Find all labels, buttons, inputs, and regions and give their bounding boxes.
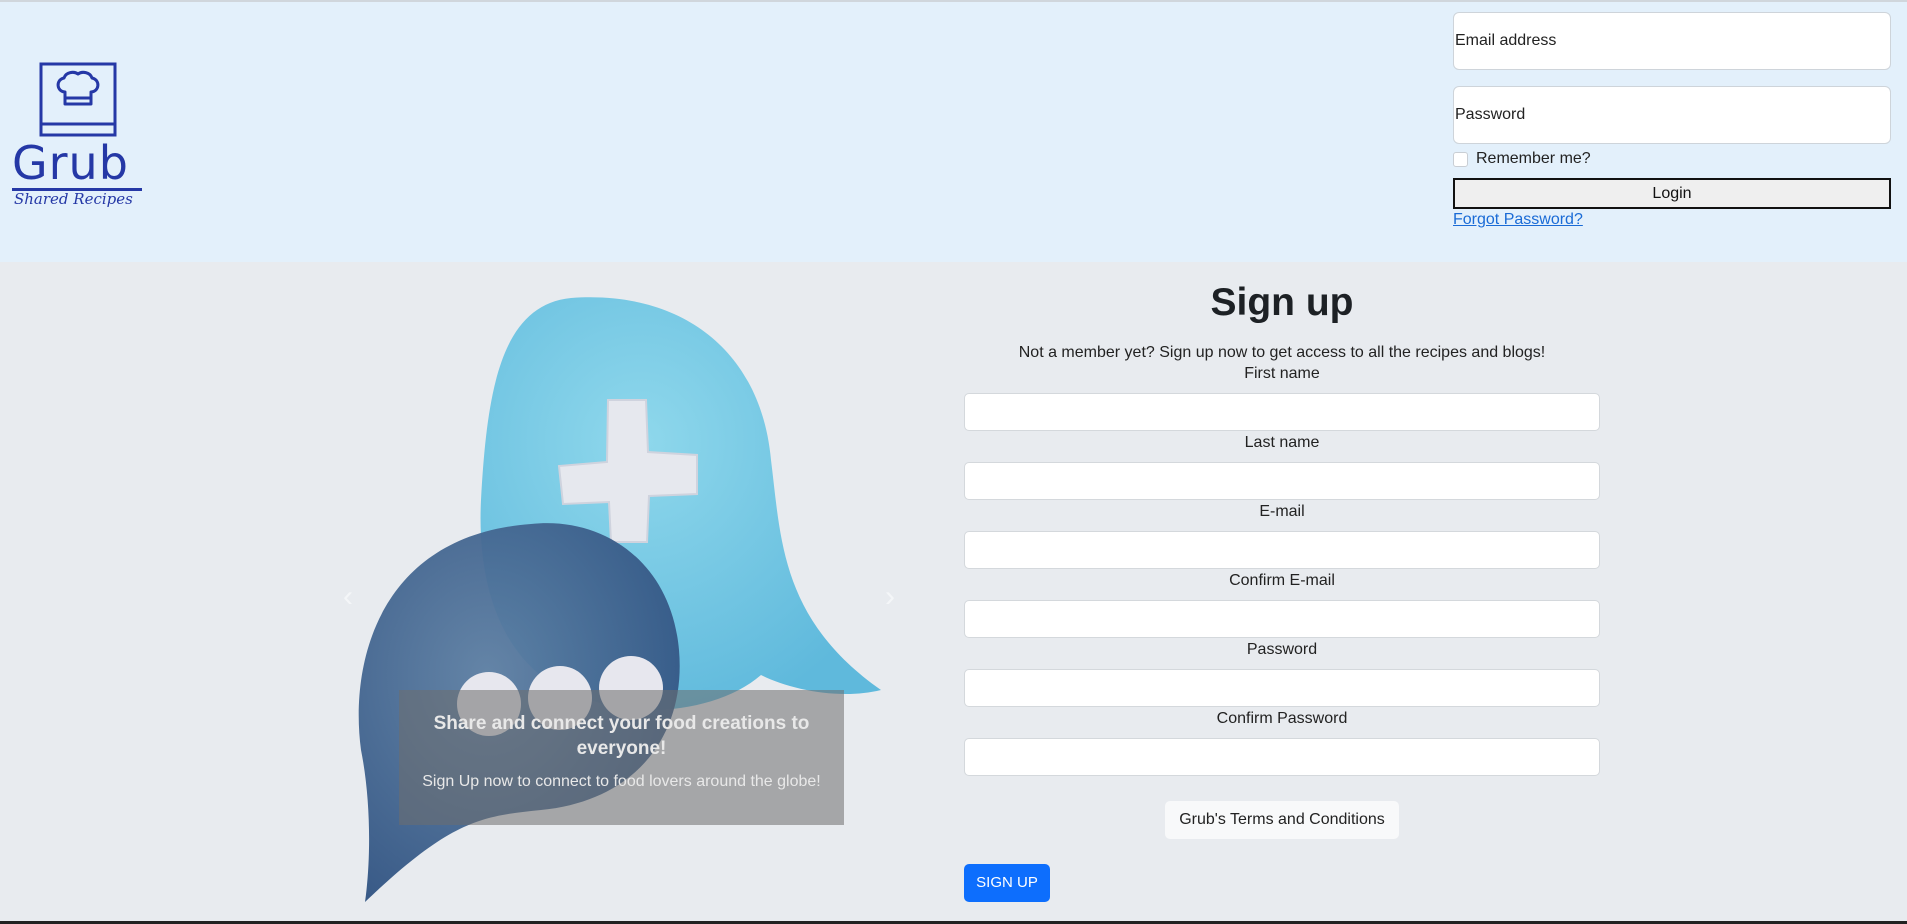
logo[interactable]: Grub Shared Recipes	[12, 62, 142, 212]
terms-button[interactable]: Grub's Terms and Conditions	[1165, 801, 1399, 839]
signup-form: Sign up Not a member yet? Sign up now to…	[964, 280, 1600, 902]
first-name-label: First name	[1244, 365, 1320, 382]
last-name-label: Last name	[1244, 434, 1320, 451]
login-form: Email address Password Remember me? Logi…	[1453, 12, 1891, 229]
first-name-input[interactable]	[964, 393, 1600, 431]
forgot-password-link[interactable]: Forgot Password?	[1453, 211, 1583, 229]
remember-label: Remember me?	[1476, 150, 1591, 167]
email-field[interactable]: Email address	[1453, 12, 1891, 70]
signup-intro: Not a member yet? Sign up now to get acc…	[1018, 344, 1546, 361]
header: Grub Shared Recipes Email address Passwo…	[0, 0, 1907, 262]
password-field[interactable]: Password	[1453, 86, 1891, 144]
email-input[interactable]	[964, 531, 1600, 569]
email-label: E-mail	[1259, 503, 1305, 520]
confirm-email-input[interactable]	[964, 600, 1600, 638]
chef-hat-book-icon	[39, 62, 117, 137]
carousel-heading: Share and connect your food creations to…	[433, 713, 810, 759]
last-name-input[interactable]	[964, 462, 1600, 500]
password-label: Password	[1246, 641, 1318, 658]
login-button[interactable]: Login	[1453, 178, 1891, 209]
carousel-caption: Share and connect your food creations to…	[399, 690, 844, 825]
remember-checkbox[interactable]	[1453, 151, 1468, 167]
confirm-email-label: Confirm E-mail	[1229, 572, 1335, 589]
signup-button[interactable]: SIGN UP	[964, 864, 1050, 902]
confirm-password-label: Confirm Password	[1216, 710, 1348, 727]
page-title: Sign up	[1210, 281, 1354, 324]
brand-tagline: Shared Recipes	[14, 190, 133, 208]
password-input[interactable]	[964, 669, 1600, 707]
chevron-right-icon[interactable]: ›	[885, 582, 905, 612]
remember-me[interactable]: Remember me?	[1453, 148, 1891, 170]
confirm-password-input[interactable]	[964, 738, 1600, 776]
brand-name: Grub	[12, 140, 142, 191]
carousel-subtext: Sign Up now to connect to food lovers ar…	[422, 773, 821, 790]
chevron-left-icon[interactable]: ‹	[343, 582, 363, 612]
